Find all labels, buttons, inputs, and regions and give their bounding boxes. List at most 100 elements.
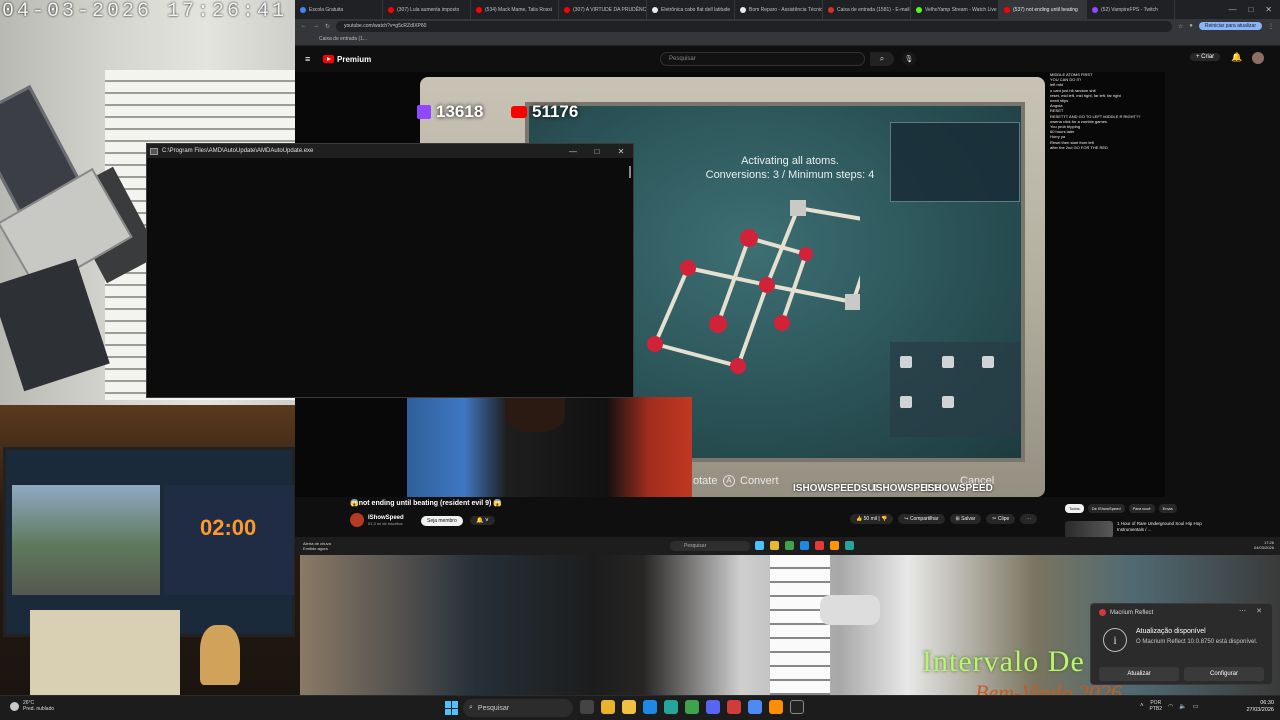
filter-chip[interactable]: Todos xyxy=(1065,504,1084,513)
profile-icon[interactable]: ● xyxy=(1189,23,1193,29)
weather-condition: Pred. nublado xyxy=(23,706,55,712)
configure-button[interactable]: Configurar xyxy=(1184,667,1264,681)
taskbar-clock[interactable]: 06:30 27/03/2026 xyxy=(1246,700,1274,714)
filter-chip[interactable]: Para você xyxy=(1128,504,1155,513)
restart-update-button[interactable]: Reiniciar para atualizar xyxy=(1198,22,1262,30)
close-icon[interactable]: ✕ xyxy=(1265,5,1272,14)
create-button[interactable]: + Criar xyxy=(1190,53,1221,61)
close-icon[interactable]: ✕ xyxy=(609,147,633,156)
search-input[interactable]: Pesquisar xyxy=(660,52,865,66)
bookmark-item[interactable]: Caixa de entrada (1... xyxy=(319,36,367,42)
url-field[interactable]: youtube.com/watch?v=g5cRZdIXP60 xyxy=(336,20,1172,32)
browser-tab[interactable]: Eletrônica cabo flat dell latitude xyxy=(647,0,735,19)
filter-chip[interactable]: Envia xyxy=(1158,504,1177,513)
windows-logo-icon xyxy=(445,708,451,715)
channel-info[interactable]: IShowSpeed 51,3 mi de inscritos xyxy=(350,513,404,527)
chevron-up-icon[interactable]: ˄ xyxy=(1140,703,1144,709)
tab-favicon-icon xyxy=(1004,6,1010,13)
like-button[interactable]: 👍 50 mil | 👎 xyxy=(850,514,894,524)
reload-icon[interactable]: ↻ xyxy=(325,23,330,30)
console-scrollbar[interactable] xyxy=(629,166,631,178)
more-actions-icon[interactable]: ⋯ xyxy=(1020,514,1038,524)
volume-icon[interactable]: 🔈 xyxy=(1179,703,1186,710)
weather-widget[interactable]: 26°C Pred. nublado xyxy=(10,700,54,712)
avatar[interactable] xyxy=(1252,52,1264,64)
console-window[interactable]: C:\Program Files\AMD\AutoUpdate\AMDAutoU… xyxy=(146,143,634,398)
monitor-timer: 02:00 xyxy=(200,515,257,540)
star-icon[interactable]: ☆ xyxy=(1178,23,1183,30)
minimize-icon[interactable]: — xyxy=(561,147,585,156)
wifi-icon[interactable]: ◠ xyxy=(1168,703,1173,710)
forward-icon[interactable]: → xyxy=(313,23,319,29)
clip-button[interactable]: ✂ Clipe xyxy=(986,514,1016,524)
inventory-slot xyxy=(942,356,954,368)
close-icon[interactable]: ✕ xyxy=(1256,607,1262,615)
settings-icon[interactable] xyxy=(748,700,762,714)
recommended-video[interactable]: 1 Hour of Rare Underground Soul Hip Hop … xyxy=(1065,521,1227,538)
start-button[interactable] xyxy=(445,701,459,715)
vlc-icon[interactable] xyxy=(769,700,783,714)
edge-icon[interactable] xyxy=(643,700,657,714)
channel-name[interactable]: IShowSpeed xyxy=(368,515,404,521)
app-icon[interactable] xyxy=(685,700,699,714)
menu-icon[interactable]: ⋮ xyxy=(1268,23,1274,30)
app-icon[interactable] xyxy=(664,700,678,714)
maximize-icon[interactable]: □ xyxy=(585,147,609,156)
browser-tab[interactable]: Escola Gratuita xyxy=(295,0,383,19)
notification-app: Macrium Reflect xyxy=(1110,609,1154,616)
recommended-thumbnail[interactable] xyxy=(1065,521,1113,538)
save-button[interactable]: ⊞ Salvar xyxy=(949,514,982,524)
save-label: Salvar xyxy=(961,516,976,522)
console-titlebar[interactable]: C:\Program Files\AMD\AutoUpdate\AMDAutoU… xyxy=(147,144,633,158)
terminal-icon[interactable] xyxy=(790,700,804,714)
file-explorer-icon[interactable] xyxy=(622,700,636,714)
browser-tab[interactable]: VelhoYamp Stream - Watch Live xyxy=(911,0,999,19)
browser-tab[interactable]: Caixa de entrada (1581) - E-mail xyxy=(823,0,911,19)
inventory-slot xyxy=(900,356,912,368)
task-view-icon[interactable] xyxy=(580,700,594,714)
atom-bond xyxy=(796,206,860,221)
share-button[interactable]: ↪ Compartilhar xyxy=(898,514,945,524)
inventory-slot xyxy=(900,396,912,408)
desktop-screen: 04-03-2026 17:26:41 02:00 Intervalo De B… xyxy=(0,0,1280,720)
window-controls: — □ ✕ xyxy=(1228,5,1280,14)
update-notification[interactable]: Macrium Reflect ⋯ ✕ i Atualização dispon… xyxy=(1090,603,1273,685)
hamburger-menu-icon[interactable]: ≡ xyxy=(305,54,310,64)
language-indicator[interactable]: POR PTB2 xyxy=(1150,700,1163,712)
atom-bond xyxy=(736,283,769,368)
browser-tab[interactable]: (537) not ending until beating xyxy=(999,0,1087,19)
subscription-bell-icon[interactable]: 🔔 ˅ xyxy=(470,516,495,525)
filter-chip[interactable]: De IShowSpeed xyxy=(1087,504,1125,513)
notifications-bell-icon[interactable]: 🔔 xyxy=(1231,52,1242,63)
control-convert: Convert xyxy=(740,475,779,487)
browser-tab[interactable]: Bom Reparo - Assistência Técnica xyxy=(735,0,823,19)
update-button[interactable]: Atualizar xyxy=(1099,667,1179,681)
discord-icon[interactable] xyxy=(706,700,720,714)
youtube-logo[interactable]: Premium xyxy=(323,55,371,64)
remote-weather: Alerta de chuva Emitido agora xyxy=(303,541,363,551)
atom-bond xyxy=(653,342,740,368)
browser-tab[interactable]: (52) VampireFPS - Twitch xyxy=(1087,0,1175,19)
maximize-icon[interactable]: □ xyxy=(1248,5,1253,14)
browser-tab[interactable]: (307) A VIRTUDE DA PRUDÊNCIA xyxy=(559,0,647,19)
browser-tab[interactable]: (307) Lula aumenta imposto xyxy=(383,0,471,19)
join-member-button[interactable]: Seja membro xyxy=(421,516,463,526)
twitch-viewer-count: 13618 xyxy=(417,102,483,122)
minimize-icon[interactable]: — xyxy=(1228,5,1236,14)
chrome-icon[interactable] xyxy=(601,700,615,714)
channel-avatar[interactable] xyxy=(350,513,364,527)
taskbar: 26°C Pred. nublado ⌕ Pesquisar ˄ POR PTB… xyxy=(0,695,1280,720)
clip-label: Clipe xyxy=(997,516,1010,522)
app-icon[interactable] xyxy=(727,700,741,714)
search-icon[interactable]: ⌕ xyxy=(870,52,894,66)
battery-icon[interactable]: ▭ xyxy=(1193,703,1199,710)
microphone-icon[interactable]: 🎙 xyxy=(902,52,916,66)
taskbar-search[interactable]: ⌕ Pesquisar xyxy=(463,699,573,717)
recommended-title[interactable]: 1 Hour of Rare Underground Soul Hip Hop … xyxy=(1117,521,1227,538)
browser-tab[interactable]: (534) Mack Mame, Talis Rossi xyxy=(471,0,559,19)
back-icon[interactable]: ← xyxy=(301,23,307,29)
desk-monitor xyxy=(3,447,295,637)
remote-app-icon xyxy=(830,541,839,550)
console-title: C:\Program Files\AMD\AutoUpdate\AMDAutoU… xyxy=(162,148,314,154)
more-options-icon[interactable]: ⋯ xyxy=(1239,607,1246,615)
